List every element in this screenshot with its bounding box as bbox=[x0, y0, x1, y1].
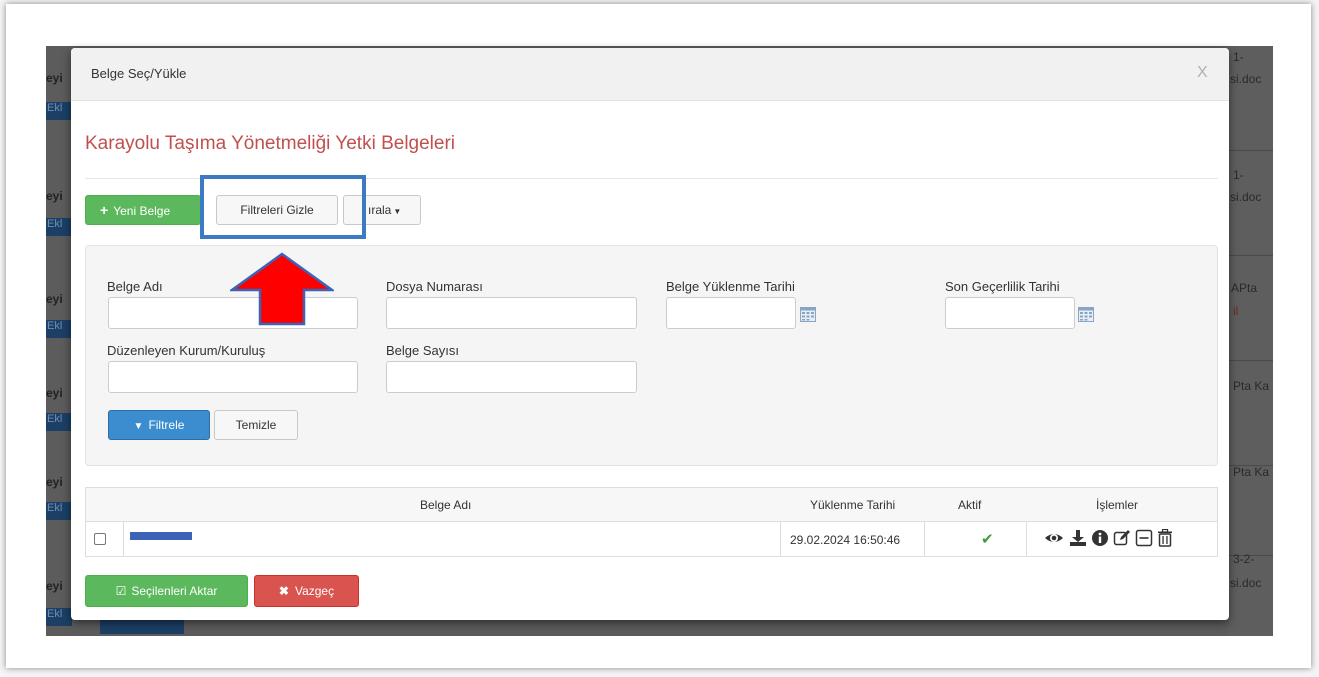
bg-left-text-4: eyi bbox=[46, 386, 63, 400]
edit-icon[interactable] bbox=[1113, 529, 1131, 547]
new-document-label: Yeni Belge bbox=[113, 204, 171, 218]
cancel-button[interactable]: ✖ Vazgeç bbox=[254, 575, 359, 607]
cell-divider bbox=[1026, 522, 1027, 556]
bg-right-text-6: il bbox=[1233, 304, 1239, 318]
table-header: Belge Adı Yüklenme Tarihi Aktif İşlemler bbox=[86, 488, 1217, 522]
clear-label: Temizle bbox=[235, 418, 277, 432]
bg-right-text-3: 1- bbox=[1233, 168, 1244, 182]
bg-left-button-3: Ekl bbox=[46, 320, 72, 338]
belge-adi-label: Belge Adı bbox=[107, 279, 163, 294]
transfer-selected-button[interactable]: ☑ Seçilenleri Aktar bbox=[85, 575, 248, 607]
modal-title: Belge Seç/Yükle bbox=[91, 66, 187, 81]
son-gecerlilik-label: Son Geçerlilik Tarihi bbox=[945, 279, 1060, 294]
bg-right-column: 1- si.doc 1- si.doc APta il Pta Ka Pta K… bbox=[1229, 46, 1273, 636]
duzenleyen-input[interactable] bbox=[108, 361, 358, 393]
son-gecerlilik-input[interactable] bbox=[945, 297, 1075, 329]
bg-right-text-1: 1- bbox=[1233, 50, 1244, 64]
belge-sayisi-label: Belge Sayısı bbox=[386, 343, 459, 358]
highlight-annotation-box bbox=[200, 175, 366, 239]
col-aktif[interactable]: Aktif bbox=[958, 498, 981, 512]
download-icon[interactable] bbox=[1069, 529, 1087, 547]
belge-sayisi-input[interactable] bbox=[386, 361, 637, 393]
transfer-selected-label: Seçilenleri Aktar bbox=[131, 584, 218, 598]
bg-right-text-9: 3-2- bbox=[1233, 552, 1255, 566]
bg-left-button-6: Ekl bbox=[46, 608, 72, 626]
bg-right-text-4: si.doc bbox=[1230, 190, 1262, 204]
info-icon[interactable] bbox=[1091, 529, 1109, 547]
bg-left-text-3: eyi bbox=[46, 292, 63, 306]
red-arrow-annotation bbox=[230, 252, 334, 326]
bg-left-text-2: eyi bbox=[46, 189, 63, 203]
bg-right-row-1: 1- si.doc bbox=[1229, 46, 1273, 151]
active-check-icon: ✔ bbox=[981, 531, 994, 548]
new-document-button[interactable]: + Yeni Belge bbox=[85, 195, 201, 225]
bg-left-button-2: Ekl bbox=[46, 218, 72, 236]
table-row: 29.02.2024 16:50:46 ✔ bbox=[86, 522, 1217, 556]
filter-label: Filtrele bbox=[148, 418, 185, 432]
bg-right-text-7: Pta Ka bbox=[1233, 379, 1270, 393]
bg-right-row-2: 1- si.doc bbox=[1229, 151, 1273, 256]
bg-right-row-5: Pta Ka bbox=[1229, 451, 1273, 556]
bg-bottom-button bbox=[100, 618, 184, 634]
dosya-numarasi-label: Dosya Numarası bbox=[386, 279, 483, 294]
cancel-label: Vazgeç bbox=[294, 584, 335, 598]
results-table: Belge Adı Yüklenme Tarihi Aktif İşlemler… bbox=[85, 487, 1218, 557]
bg-right-row-6: 3-2- si.doc bbox=[1229, 542, 1273, 636]
plus-icon: + bbox=[100, 202, 109, 218]
col-islemler: İşlemler bbox=[1096, 498, 1139, 512]
dosya-numarasi-input[interactable] bbox=[386, 297, 637, 329]
redacted-document-name bbox=[130, 532, 192, 540]
calendar-icon[interactable] bbox=[800, 306, 816, 322]
close-button[interactable]: X bbox=[1197, 64, 1208, 82]
bg-left-text-6: eyi bbox=[46, 579, 63, 593]
trash-icon[interactable] bbox=[1157, 529, 1173, 547]
cell-divider bbox=[780, 522, 781, 556]
page-title: Karayolu Taşıma Yönetmeliği Yetki Belgel… bbox=[85, 133, 456, 154]
row-upload-date: 29.02.2024 16:50:46 bbox=[790, 533, 901, 547]
col-yuklenme-tarihi[interactable]: Yüklenme Tarihi bbox=[810, 498, 895, 512]
eye-icon[interactable] bbox=[1044, 529, 1064, 547]
row-checkbox[interactable] bbox=[94, 533, 106, 545]
col-belge-adi[interactable]: Belge Adı bbox=[420, 498, 471, 512]
bg-left-button-1: Ekl bbox=[46, 102, 72, 120]
bg-right-text-10: si.doc bbox=[1230, 576, 1262, 590]
bg-left-button-5: Ekl bbox=[46, 502, 72, 520]
bg-right-text-8: Pta Ka bbox=[1233, 465, 1270, 479]
caret-down-icon: ▼ bbox=[393, 207, 402, 216]
cell-divider bbox=[123, 522, 124, 556]
bg-right-row-3: APta il bbox=[1229, 256, 1273, 361]
bg-right-text-5: APta bbox=[1231, 281, 1258, 295]
bg-left-text-5: eyi bbox=[46, 475, 63, 489]
bg-right-text-2: si.doc bbox=[1230, 72, 1262, 86]
cell-divider bbox=[924, 522, 925, 556]
clear-button[interactable]: Temizle bbox=[214, 410, 298, 440]
yuklenme-tarihi-label: Belge Yüklenme Tarihi bbox=[666, 279, 795, 294]
modal-header: Belge Seç/Yükle X bbox=[71, 48, 1229, 101]
close-icon: ✖ bbox=[278, 584, 289, 598]
bg-left-text-1: eyi bbox=[46, 71, 63, 85]
yuklenme-tarihi-input[interactable] bbox=[666, 297, 796, 329]
document-select-modal: Belge Seç/Yükle X Karayolu Taşıma Yönetm… bbox=[71, 48, 1229, 620]
bg-left-button-4: Ekl bbox=[46, 413, 72, 431]
calendar-icon[interactable] bbox=[1078, 306, 1094, 322]
duzenleyen-label: Düzenleyen Kurum/Kuruluş bbox=[107, 343, 266, 358]
sort-label: ırala bbox=[368, 203, 392, 217]
minus-square-icon[interactable] bbox=[1135, 529, 1153, 547]
filter-icon: ▼ bbox=[133, 421, 144, 432]
filter-button[interactable]: ▼ Filtrele bbox=[108, 410, 210, 440]
check-square-icon: ☑ bbox=[115, 584, 127, 598]
